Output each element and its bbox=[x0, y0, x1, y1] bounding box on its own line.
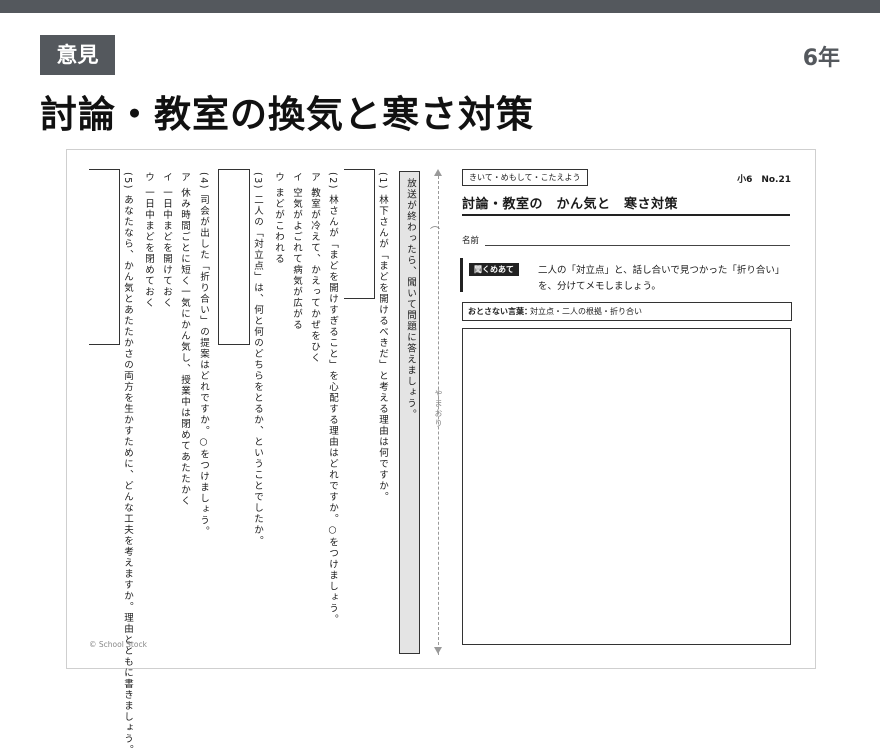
question-2-option-c: ウ まどがこわれる bbox=[273, 172, 284, 265]
fold-label: やまおり bbox=[434, 389, 443, 429]
question-4-option-a: ア 休み時間ごとに短く一気にかん気し、授業中は閉めてあたたかく bbox=[179, 172, 190, 507]
question-5: (5) あなたなら、かん気とあたたかさの両方を生かすために、どんな工夫を考えます… bbox=[122, 172, 133, 755]
listening-goal-label: 聞くめあて bbox=[469, 263, 519, 276]
worksheet-title: 討論・教室の かん気と 寒さ対策 bbox=[462, 197, 679, 212]
answer-box-1 bbox=[344, 169, 375, 299]
answer-box-3 bbox=[218, 169, 250, 345]
keyword-box: おとさない言葉： 対立点・二人の根拠・折り合い bbox=[462, 302, 792, 321]
question-2-option-b: イ 空気がよごれて病気が広がる bbox=[291, 172, 302, 331]
keyword-text: 対立点・二人の根拠・折り合い bbox=[530, 307, 642, 316]
grade-label: 6年 bbox=[802, 46, 840, 71]
keyword-label: おとさない言葉： bbox=[468, 307, 532, 316]
title-underline bbox=[462, 214, 790, 216]
question-3: (3) 二人の「対立点」は、何と何のどちらをとるか、ということでしたか。 bbox=[252, 172, 263, 547]
fold-cap-icon: ⌒ bbox=[430, 227, 440, 238]
copyright: © School Stock bbox=[89, 640, 147, 649]
question-4: (4) 司会が出した「折り合い」の提案はどれですか。○をつけましょう。 bbox=[198, 172, 209, 537]
worksheet-preview: 放送が終わったら、聞いて問題に答えましょう。 (1) 林下さんが「まどを開けるべ… bbox=[66, 149, 816, 755]
question-2-option-a: ア 教室が冷えて、かえってかぜをひく bbox=[309, 172, 320, 364]
worksheet-header: きいて・めもして・こたえよう bbox=[462, 169, 588, 186]
name-label: 名前 bbox=[462, 236, 480, 246]
instruction-text: 放送が終わったら、聞いて問題に答えましょう。 bbox=[405, 178, 416, 420]
listening-goal-text: 二人の「対立点」と、話し合いで見つかった「折り合い」を、分けてメモしましょう。 bbox=[538, 265, 785, 292]
name-line bbox=[485, 245, 790, 246]
question-1: (1) 林下さんが「まどを開けるべきだ」と考える理由は何ですか。 bbox=[377, 172, 388, 503]
top-bar bbox=[0, 0, 880, 13]
answer-box-5 bbox=[89, 169, 120, 345]
page-title: 討論・教室の換気と寒さ対策 bbox=[40, 93, 534, 136]
instruction-box: 放送が終わったら、聞いて問題に答えましょう。 bbox=[399, 171, 420, 654]
sheet-number: 小6 No.21 bbox=[737, 175, 791, 185]
listening-goal: 聞くめあて 二人の「対立点」と、話し合いで見つかった「折り合い」を、分けてメモし… bbox=[460, 258, 793, 292]
question-2: (2) 林さんが「まどを開けすぎること」を心配する理由はどれですか。○をつけまし… bbox=[327, 172, 338, 625]
category-tag: 意見 bbox=[40, 35, 115, 75]
question-4-option-b: イ 一日中まどを開けておく bbox=[161, 172, 172, 309]
fold-arrow-bottom bbox=[434, 647, 442, 654]
question-4-option-c: ウ 一日中まどを閉めておく bbox=[143, 172, 154, 309]
memo-answer-area bbox=[462, 328, 791, 645]
